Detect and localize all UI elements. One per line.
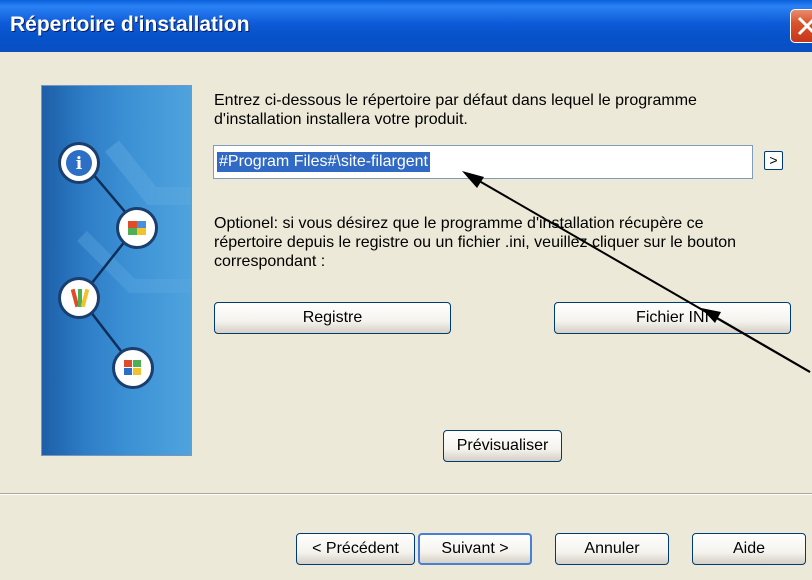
arrowhead-input [462, 171, 484, 188]
arrowhead-ini [701, 308, 721, 323]
annotation-arrows [462, 171, 811, 373]
arrow-to-ini [711, 314, 811, 373]
